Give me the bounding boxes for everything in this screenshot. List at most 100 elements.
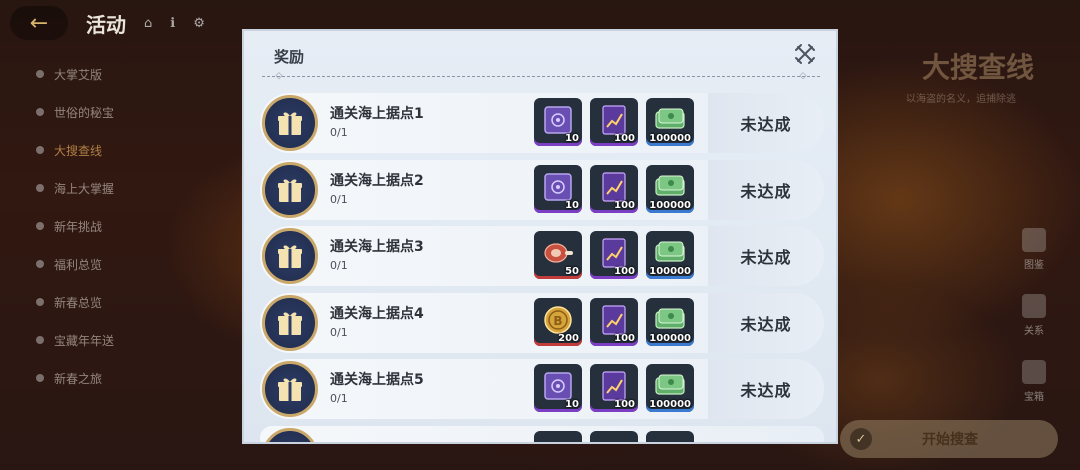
reward-item-quantity: 10	[565, 399, 579, 410]
sidebar-item-label: 新春之旅	[54, 371, 103, 386]
home-icon[interactable]: ⌂	[144, 16, 152, 31]
dot-icon	[36, 222, 44, 230]
settings-icon[interactable]: ⚙	[193, 16, 205, 31]
reward-item-quantity: 50	[565, 266, 579, 277]
dot-icon	[36, 108, 44, 116]
reward-item-quantity: 100000	[649, 199, 691, 211]
start-search-button[interactable]: ✓ 开始搜查	[840, 420, 1058, 458]
reward-row-progress: 0/1	[330, 259, 348, 272]
reward-item-slot[interactable]	[590, 430, 638, 442]
reward-item-slot[interactable]	[646, 430, 694, 442]
reward-row: 通关海上据点1 0/1 10 100 100000 未达成	[260, 93, 824, 153]
divider-ornament-icon: ◇	[799, 71, 807, 81]
sidebar-item[interactable]: 新春之旅	[0, 359, 240, 397]
sidebar: 大掌艾版 世俗的秘宝 大搜查线 海上大掌握 新年挑战 福利总览 新春总览 宝藏年…	[0, 55, 240, 397]
codex-icon	[1022, 228, 1046, 252]
reward-row: 通关海上据点4 0/1 B 200 100 100000 未达成	[260, 292, 824, 353]
reward-items: B 200 100 100000	[534, 297, 694, 346]
gift-icon	[262, 427, 318, 442]
divider-ornament-icon: ◇	[275, 71, 283, 81]
reward-row: 通关海上据点2 0/1 10 100 100000 未达成	[260, 159, 824, 220]
gift-icon	[262, 361, 318, 417]
reward-status-button[interactable]: 未达成	[708, 226, 824, 286]
reward-status-button[interactable]: 未达成	[708, 93, 824, 153]
gift-icon	[262, 294, 318, 351]
reward-item-slot[interactable]: 100	[590, 98, 638, 146]
sidebar-item-label: 新年挑战	[54, 219, 103, 234]
title-divider	[262, 76, 820, 77]
reward-row-name: 通关海上据点2	[330, 172, 424, 189]
reward-item-quantity: 100000	[649, 399, 691, 410]
reward-items	[534, 430, 694, 442]
codex-button[interactable]: 图鉴	[1016, 228, 1052, 286]
sidebar-item-label: 新春总览	[54, 295, 103, 310]
reward-item-slot[interactable]: 100	[590, 297, 638, 346]
reward-item-slot[interactable]: 10	[534, 364, 582, 412]
reward-item-slot[interactable]: 100	[590, 231, 638, 279]
sidebar-item[interactable]: 世俗的秘宝	[0, 93, 240, 131]
event-subtitle: 以海盗的名义，追捕除逃	[906, 94, 1016, 105]
gift-icon	[262, 228, 318, 284]
dot-icon	[36, 260, 44, 268]
reward-row-progress: 0/1	[330, 392, 348, 405]
dot-icon	[36, 374, 44, 382]
back-arrow-icon: ←	[29, 10, 49, 36]
reward-row-name: 通关海上据点4	[330, 305, 424, 322]
reward-row-partial	[260, 425, 824, 442]
reward-item-quantity: 100	[614, 399, 635, 410]
dot-icon	[36, 146, 44, 154]
reward-items: 10 100 100000	[534, 364, 694, 412]
right-icon-column: 图鉴 关系 宝箱	[1016, 228, 1052, 426]
reward-item-quantity: 10	[565, 133, 579, 144]
dot-icon	[36, 184, 44, 192]
reward-items: 10 100 100000	[534, 164, 694, 213]
chest-button[interactable]: 宝箱	[1016, 360, 1052, 418]
reward-items: 10 100 100000	[534, 98, 694, 146]
reward-list[interactable]: 通关海上据点1 0/1 10 100 100000 未达成 通关海上据点2 0/1 10 100 1…	[260, 93, 824, 442]
start-search-label: 开始搜查	[922, 432, 978, 448]
relation-label: 关系	[1024, 326, 1044, 337]
reward-item-slot[interactable]: 10	[534, 98, 582, 146]
reward-item-quantity: 100000	[649, 133, 691, 144]
sidebar-item-label: 大搜查线	[54, 143, 103, 158]
reward-item-slot[interactable]: 100000	[646, 231, 694, 279]
reward-item-slot[interactable]: 100000	[646, 297, 694, 346]
sidebar-item[interactable]: 宝藏年年送	[0, 321, 240, 359]
reward-status-button[interactable]: 未达成	[708, 359, 824, 419]
sidebar-item[interactable]: 新春总览	[0, 283, 240, 321]
reward-row-progress: 0/1	[330, 325, 348, 339]
svg-text:B: B	[553, 314, 562, 328]
dot-icon	[36, 298, 44, 306]
reward-row-name: 通关海上据点3	[330, 239, 424, 255]
sidebar-item[interactable]: 福利总览	[0, 245, 240, 283]
sidebar-item[interactable]: 海上大掌握	[0, 169, 240, 207]
dot-icon	[36, 70, 44, 78]
reward-item-slot[interactable]: 100	[590, 164, 638, 213]
info-icon[interactable]: ℹ	[170, 16, 175, 31]
reward-item-slot[interactable]	[534, 430, 582, 442]
reward-items: 50 100 100000	[534, 231, 694, 279]
reward-item-slot[interactable]: 50	[534, 231, 582, 279]
top-bar: ← 活动 ⌂ ℹ ⚙	[0, 0, 260, 46]
reward-item-slot[interactable]: 100000	[646, 364, 694, 412]
sidebar-item-label: 大掌艾版	[54, 67, 103, 82]
sidebar-item[interactable]: 新年挑战	[0, 207, 240, 245]
close-button[interactable]	[792, 41, 818, 67]
sidebar-item-active[interactable]: 大搜查线	[0, 131, 240, 169]
reward-status-button[interactable]: 未达成	[708, 159, 824, 220]
reward-item-slot[interactable]: 100000	[646, 164, 694, 213]
reward-status-button[interactable]: 未达成	[708, 292, 824, 353]
relation-button[interactable]: 关系	[1016, 294, 1052, 352]
reward-item-slot[interactable]: B 200	[534, 297, 582, 346]
reward-item-slot[interactable]: 10	[534, 164, 582, 213]
reward-item-slot[interactable]: 100000	[646, 98, 694, 146]
sidebar-item-label: 海上大掌握	[54, 181, 115, 196]
reward-item-quantity: 100	[614, 133, 635, 144]
reward-row-progress: 0/1	[330, 126, 348, 139]
sidebar-item[interactable]: 大掌艾版	[0, 55, 240, 93]
reward-row-name: 通关海上据点1	[330, 106, 424, 122]
reward-item-slot[interactable]: 100	[590, 364, 638, 412]
back-button[interactable]: ←	[10, 6, 68, 40]
reward-row-name: 通关海上据点5	[330, 372, 424, 388]
check-icon: ✓	[850, 428, 872, 450]
